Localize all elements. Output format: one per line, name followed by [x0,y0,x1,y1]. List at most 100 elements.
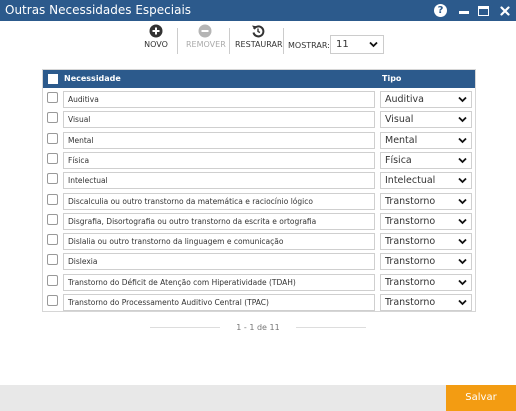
toolbar: NOVO REMOVER RESTAURAR MOSTRAR: 11 [0,24,516,60]
close-button[interactable] [496,2,513,19]
tipo-value: Transtorno [385,236,436,248]
novo-button[interactable]: NOVO [142,24,170,50]
tipo-value: Física [385,154,412,166]
necessidade-field[interactable]: Dislalia ou outro transtorno da linguage… [63,233,375,251]
maximize-button[interactable] [475,2,492,19]
minus-circle-icon [198,24,212,38]
tipo-value: Auditiva [385,94,424,105]
tipo-select[interactable]: Transtorno [380,273,472,291]
chevron-down-icon [369,41,378,48]
tipo-value: Transtorno [385,276,436,288]
tipo-select[interactable]: Transtorno [380,233,472,251]
table-row: Dislexia Transtorno [43,251,475,271]
necessidade-field[interactable]: Visual [63,111,375,129]
chevron-down-icon [458,238,467,245]
tipo-value: Mental [385,134,418,146]
row-checkbox[interactable] [47,193,58,205]
row-checkbox[interactable] [47,295,58,306]
restaurar-label: RESTAURAR [235,40,283,49]
tipo-value: Transtorno [385,256,436,268]
tipo-value: Visual [385,114,414,126]
footer-bar: Salvar [0,385,516,411]
restore-icon [252,25,265,38]
table-row: Mental Mental [43,130,475,150]
tipo-select[interactable]: Auditiva [380,91,472,108]
toolbar-divider [229,28,230,54]
tipo-select[interactable]: Visual [380,111,472,129]
row-checkbox[interactable] [47,234,58,246]
row-checkbox[interactable] [47,213,58,225]
necessidade-field[interactable]: Disgrafia, Disortografia ou outro transt… [63,212,375,230]
minimize-icon [458,10,469,14]
necessidade-field[interactable]: Transtorno do Processamento Auditivo Cen… [63,294,375,311]
help-button[interactable]: ? [432,2,449,19]
chevron-down-icon [458,117,467,123]
table-row: Dislalia ou outro transtorno da linguage… [43,231,475,251]
necessidade-field[interactable]: Física [63,151,375,169]
help-icon: ? [434,4,447,17]
chevron-down-icon [458,299,467,306]
necessidade-field[interactable]: Transtorno do Déficit de Atenção com Hip… [63,273,375,291]
necessidades-table: Necessidade Tipo Auditiva Auditiva Visual V… [42,69,476,312]
mostrar-label: MOSTRAR: [288,41,330,50]
row-checkbox[interactable] [47,274,58,286]
chevron-down-icon [458,178,467,184]
chevron-down-icon [458,157,467,164]
tipo-select[interactable]: Transtorno [380,212,472,230]
tipo-value: Intelectual [385,175,436,187]
row-checkbox[interactable] [47,112,58,124]
necessidade-field[interactable]: Discalculia ou outro transtorno da matem… [63,192,375,210]
pager-divider [296,327,366,328]
restaurar-button[interactable]: RESTAURAR [235,24,283,50]
plus-circle-icon [149,24,163,38]
minimize-button[interactable] [455,2,472,19]
table-row: Discalculia ou outro transtorno da matem… [43,191,475,211]
tipo-select[interactable]: Transtorno [380,192,472,210]
remover-button[interactable]: REMOVER [186,24,226,50]
window-titlebar: Outras Necessidades Especiais ? [0,0,516,21]
tipo-value: Transtorno [385,215,436,227]
toolbar-divider [283,28,284,54]
table-row: Disgrafia, Disortografia ou outro transt… [43,211,475,231]
row-checkbox[interactable] [47,152,58,164]
close-icon [499,5,510,16]
chevron-down-icon [458,259,467,265]
tipo-select[interactable]: Física [380,151,472,169]
remover-label: REMOVER [186,40,226,49]
table-header: Necessidade Tipo [43,70,475,88]
chevron-down-icon [458,279,467,285]
table-row: Intelectual Intelectual [43,170,475,190]
table-row: Transtorno do Processamento Auditivo Cen… [43,292,475,312]
row-checkbox[interactable] [47,173,58,185]
row-checkbox[interactable] [47,132,58,144]
necessidade-field[interactable]: Intelectual [63,172,375,190]
tipo-select[interactable]: Transtorno [380,253,472,271]
novo-label: NOVO [144,40,168,49]
row-checkbox[interactable] [47,254,58,266]
necessidade-field[interactable]: Dislexia [63,253,375,271]
maximize-icon [478,5,489,16]
mostrar-select[interactable]: 11 [330,35,384,54]
table-row: Visual Visual [43,109,475,129]
window-title: Outras Necessidades Especiais [5,3,192,17]
table-row: Transtorno do Déficit de Atenção com Hip… [43,272,475,292]
tipo-select[interactable]: Intelectual [380,172,472,190]
tipo-value: Transtorno [385,297,436,308]
pager-info: 1 - 1 de 11 [236,323,280,332]
chevron-down-icon [458,218,467,225]
table-row: Física Física [43,150,475,170]
select-all-checkbox[interactable] [48,74,58,84]
save-button[interactable]: Salvar [446,385,516,411]
chevron-down-icon [458,198,467,204]
tipo-select[interactable]: Transtorno [380,294,472,311]
column-header-necessidade: Necessidade [64,74,121,83]
table-row: Auditiva Auditiva [43,89,475,109]
chevron-down-icon [458,96,467,103]
toolbar-divider [177,28,178,54]
tipo-select[interactable]: Mental [380,131,472,149]
necessidade-field[interactable]: Auditiva [63,91,375,108]
necessidade-field[interactable]: Mental [63,131,375,149]
tipo-value: Transtorno [385,195,436,207]
mostrar-value: 11 [336,39,349,50]
row-checkbox[interactable] [47,92,58,103]
